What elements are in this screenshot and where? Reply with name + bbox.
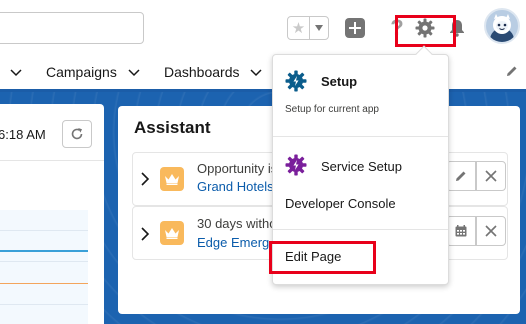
edit-button[interactable]	[446, 161, 476, 191]
refresh-icon	[71, 128, 83, 140]
chevron-down-icon[interactable]	[128, 66, 140, 78]
close-icon	[485, 170, 497, 182]
global-actions-button[interactable]	[345, 18, 365, 38]
astro-avatar-icon	[490, 14, 514, 42]
close-icon	[485, 225, 497, 237]
crown-icon	[160, 167, 184, 191]
crown-icon	[160, 221, 184, 245]
global-search-input[interactable]	[0, 12, 144, 44]
service-setup-gear-icon	[285, 154, 307, 176]
favorites-star-icon[interactable]: ★	[288, 17, 310, 39]
chevron-down-icon[interactable]	[250, 66, 262, 78]
edit-nav-pencil-icon[interactable]	[505, 64, 519, 78]
favorites-list-button[interactable]	[310, 17, 328, 39]
gear-highlight-box	[395, 15, 456, 47]
menu-item-setup[interactable]: Setup	[321, 74, 357, 89]
assistant-item-text: 30 days witho	[197, 216, 277, 231]
edit-page-highlight-box	[269, 241, 376, 274]
plus-icon	[349, 22, 361, 34]
menu-separator	[273, 136, 448, 137]
assistant-item-text: Opportunity is	[197, 161, 278, 176]
caret-down-icon	[315, 25, 323, 31]
chart-target-line	[0, 283, 88, 284]
nav-item-dashboards[interactable]: Dashboards	[164, 64, 240, 80]
pencil-icon	[456, 171, 466, 181]
nav-item-campaigns[interactable]: Campaigns	[46, 64, 117, 80]
card-divider	[0, 160, 104, 161]
refresh-timestamp: 6:18 AM	[0, 127, 46, 142]
chevron-down-icon[interactable]	[10, 66, 22, 78]
calendar-button[interactable]	[446, 216, 476, 246]
menu-item-service-setup[interactable]: Service Setup	[321, 159, 402, 174]
menu-item-setup-description[interactable]: Setup for current app	[285, 104, 379, 115]
chevron-right-icon[interactable]	[139, 227, 151, 241]
dismiss-button[interactable]	[476, 216, 506, 246]
menu-item-developer-console[interactable]: Developer Console	[285, 196, 396, 211]
chart-gridline	[0, 261, 88, 262]
chart-gridline	[0, 304, 88, 305]
dismiss-button[interactable]	[476, 161, 506, 191]
chart-gridline	[0, 230, 88, 231]
chevron-right-icon[interactable]	[139, 172, 151, 186]
assistant-item-link[interactable]: Grand Hotels	[197, 179, 274, 194]
chart-series-line	[0, 250, 88, 252]
menu-separator	[273, 229, 448, 230]
calendar-icon	[455, 225, 467, 237]
refresh-button[interactable]	[62, 120, 92, 148]
user-avatar[interactable]	[484, 8, 520, 44]
assistant-title: Assistant	[134, 118, 211, 137]
chart-area	[0, 210, 88, 324]
setup-gear-icon	[285, 70, 307, 92]
assistant-item-link[interactable]: Edge Emerg	[197, 235, 269, 250]
favorites-button-group[interactable]: ★	[287, 16, 329, 40]
